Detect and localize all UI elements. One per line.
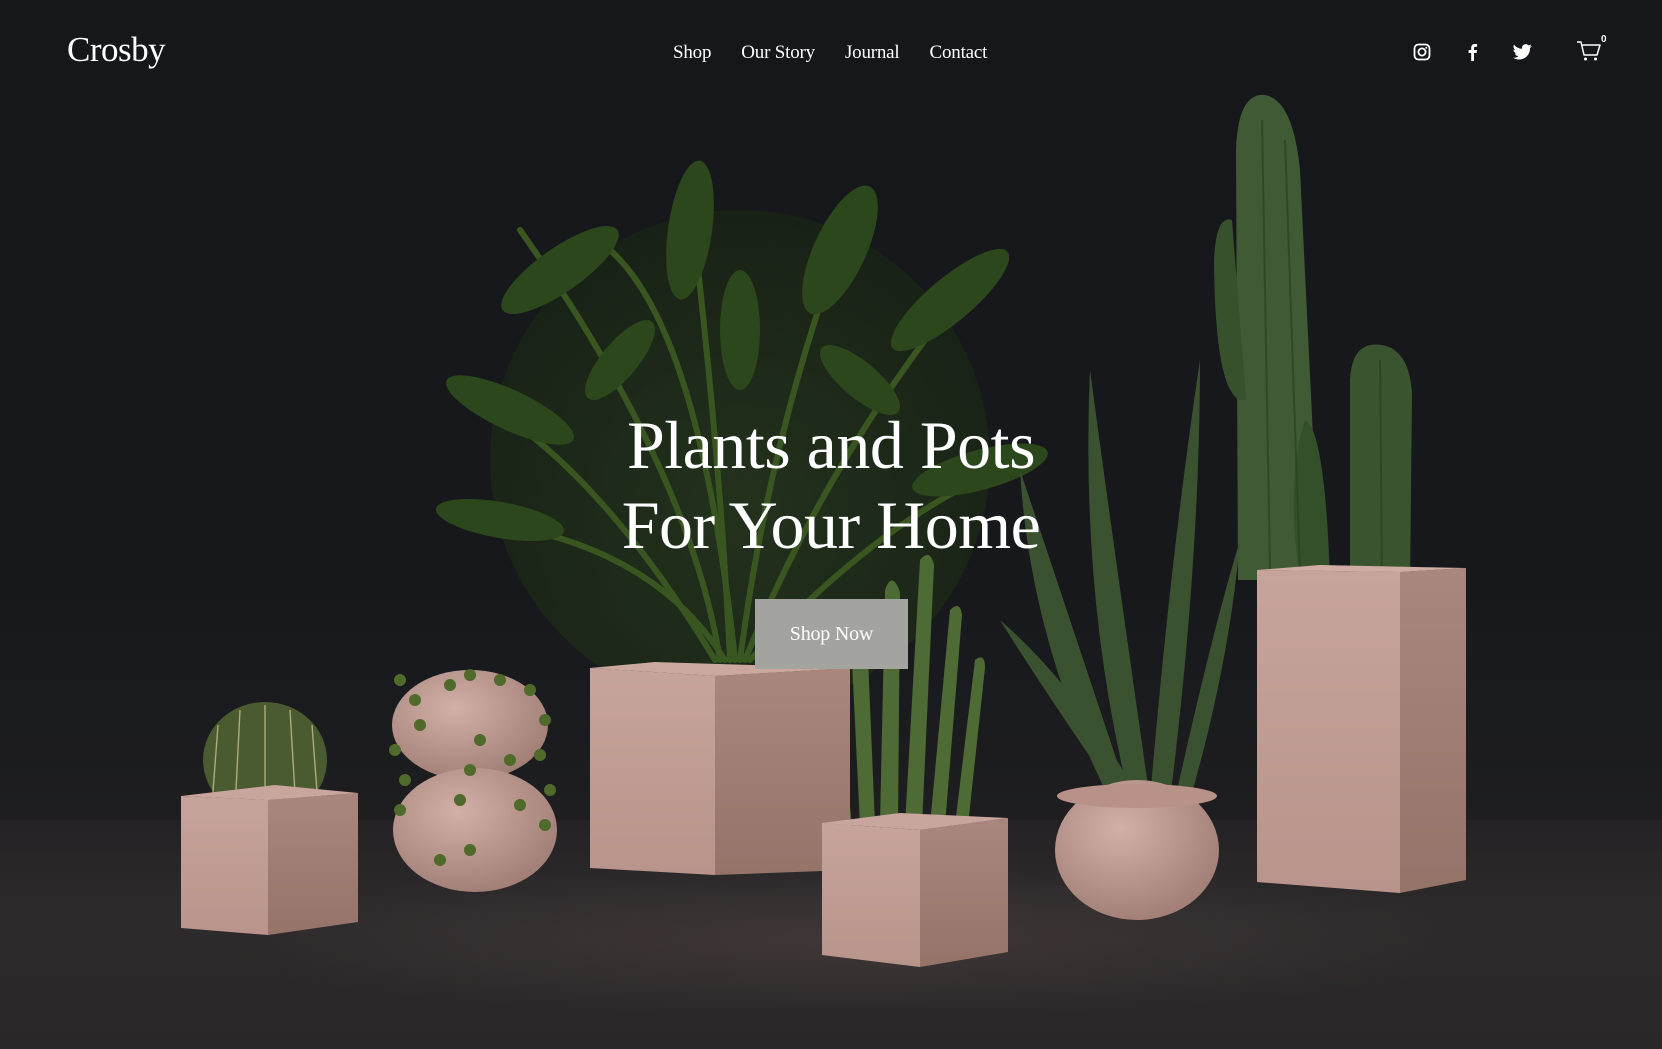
pot-cube-left (181, 785, 358, 935)
pot-tall-right (1257, 565, 1466, 893)
hero-headline-line2: For Your Home (621, 487, 1041, 563)
main-nav: Shop Our Story Journal Contact (673, 42, 987, 64)
header-actions: 0 (1412, 34, 1607, 64)
site-header: Crosby Shop Our Story Journal Contact 0 (0, 0, 1662, 110)
nav-item-shop[interactable]: Shop (673, 42, 711, 64)
pot-cube-center (822, 813, 1008, 967)
brand-logo[interactable]: Crosby (67, 30, 166, 70)
nav-item-journal[interactable]: Journal (845, 42, 900, 64)
nav-item-our-story[interactable]: Our Story (741, 42, 815, 64)
twitter-icon[interactable] (1512, 42, 1532, 62)
shop-now-button[interactable]: Shop Now (755, 599, 908, 669)
pot-stacked (389, 669, 557, 892)
cart-icon (1577, 41, 1601, 61)
facebook-icon[interactable] (1462, 42, 1482, 62)
pot-bowl (1055, 780, 1219, 920)
nav-item-contact[interactable]: Contact (930, 42, 988, 64)
cart-count-badge: 0 (1601, 34, 1607, 45)
pot-center-large (590, 662, 850, 875)
hero-headline: Plants and Pots For Your Home (0, 405, 1662, 565)
cart-button[interactable]: 0 (1576, 34, 1607, 64)
hero-headline-line1: Plants and Pots (626, 407, 1036, 483)
instagram-icon[interactable] (1412, 42, 1432, 62)
